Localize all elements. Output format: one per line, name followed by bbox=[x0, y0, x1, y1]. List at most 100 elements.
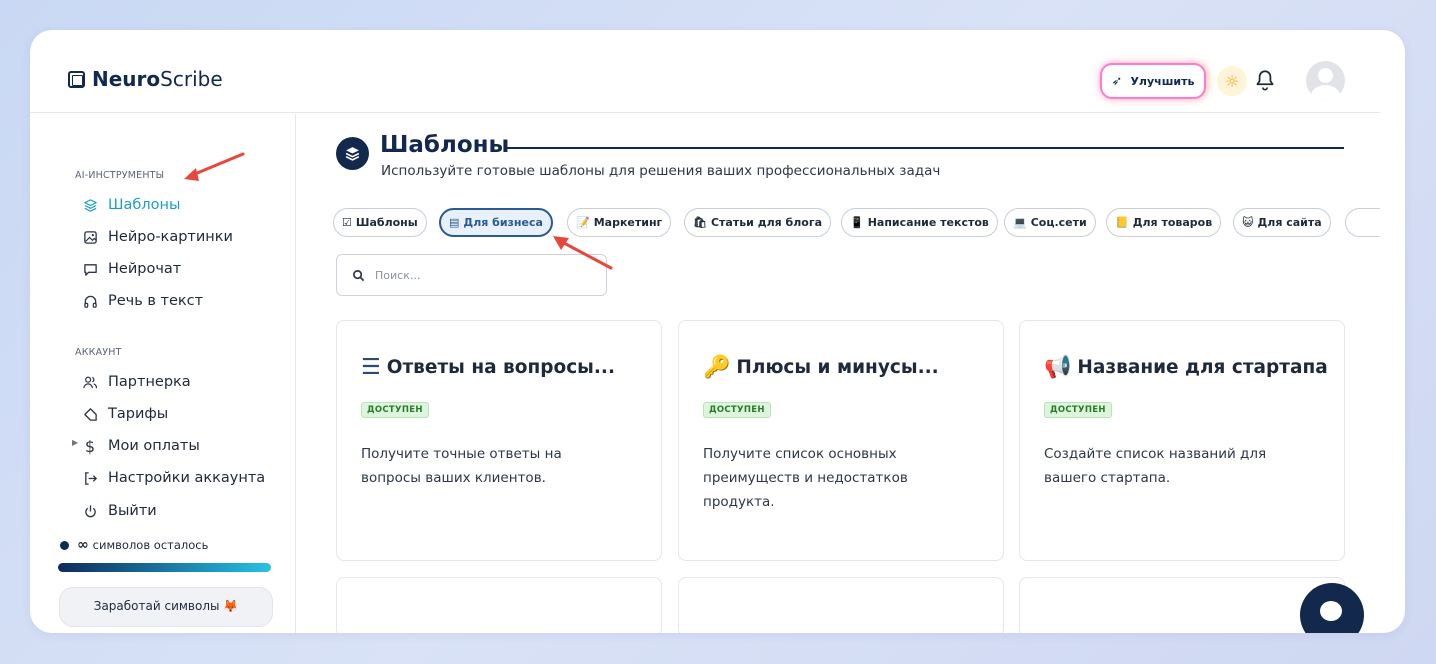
status-badge: ДОСТУПЕН bbox=[703, 402, 771, 418]
sidebar-item-account-settings[interactable]: Настройки аккаунта bbox=[82, 470, 265, 486]
rocket-icon: ➶ bbox=[1111, 73, 1123, 89]
chars-progress-bar bbox=[58, 563, 271, 572]
tab-marketing[interactable]: 📝 Маркетинг bbox=[567, 208, 672, 237]
sidebar-item-label: Настройки аккаунта bbox=[108, 470, 266, 486]
sidebar-item-label: Мои оплаты bbox=[108, 438, 200, 454]
tab-business[interactable]: ▤ Для бизнеса bbox=[439, 208, 553, 237]
tab-label: Для сайта bbox=[1257, 216, 1322, 229]
card-title-text: Название для стартапа bbox=[1077, 357, 1328, 378]
card-description: Создайте список названий для вашего стар… bbox=[1044, 446, 1267, 486]
sidebar-item-payments[interactable]: $ Мои оплаты bbox=[82, 436, 200, 456]
sidebar-item-label: Шаблоны bbox=[108, 197, 181, 213]
ledger-icon: 📒 bbox=[1115, 216, 1129, 229]
layers-icon bbox=[82, 197, 98, 213]
logo-text-light: Scribe bbox=[160, 67, 223, 91]
tab-products[interactable]: 📒 Для товаров bbox=[1106, 208, 1222, 237]
avatar[interactable] bbox=[1306, 61, 1345, 100]
card-title: 📢 Название для стартапа bbox=[1044, 355, 1328, 380]
logo[interactable]: Neuro Scribe bbox=[68, 67, 223, 91]
template-card-faq[interactable]: ☰ Ответы на вопросы... ДОСТУПЕН Получите… bbox=[336, 320, 662, 561]
tab-label: Написание текстов bbox=[867, 216, 989, 229]
sidebar: AI-ИНСТРУМЕНТЫ Шаблоны Нейро-картинки Не… bbox=[30, 114, 296, 633]
sidebar-item-neurochat[interactable]: Нейрочат bbox=[82, 261, 181, 277]
sidebar-item-label: Выйти bbox=[108, 503, 157, 519]
template-card[interactable] bbox=[1019, 577, 1345, 633]
tab-copywriting[interactable]: 📱 Написание текстов bbox=[841, 208, 998, 237]
sidebar-item-partner[interactable]: Партнерка bbox=[82, 374, 191, 390]
sidebar-item-speech-to-text[interactable]: Речь в текст bbox=[82, 293, 203, 309]
upgrade-button[interactable]: ➶ Улучшить bbox=[1102, 65, 1204, 97]
tab-more[interactable] bbox=[1345, 208, 1380, 237]
power-icon bbox=[82, 503, 98, 519]
card-title-text: Плюсы и минусы... bbox=[736, 357, 939, 378]
chars-remaining: ∞ символов осталось bbox=[60, 537, 208, 553]
tab-label: Для бизнеса bbox=[463, 216, 543, 229]
page-title: Шаблоны bbox=[380, 132, 510, 158]
sidebar-item-logout[interactable]: Выйти bbox=[82, 503, 157, 519]
card-title: ☰ Ответы на вопросы... bbox=[361, 355, 615, 380]
tag-icon bbox=[82, 406, 98, 422]
tab-label: Для товаров bbox=[1132, 216, 1213, 229]
tab-label: Соц.сети bbox=[1030, 216, 1087, 229]
template-card-startup-name[interactable]: 📢 Название для стартапа ДОСТУПЕН Создайт… bbox=[1019, 320, 1345, 561]
card-title: 🔑 Плюсы и минусы... bbox=[703, 355, 939, 380]
dollar-icon: $ bbox=[84, 436, 96, 456]
template-card-pros-cons[interactable]: 🔑 Плюсы и минусы... ДОСТУПЕН Получите сп… bbox=[678, 320, 1004, 561]
section-title-tools: AI-ИНСТРУМЕНТЫ bbox=[75, 170, 165, 181]
category-tabs: ☑ Шаблоны ▤ Для бизнеса 📝 Маркетинг 🛍 Ст… bbox=[333, 207, 1380, 238]
section-title-account: АККАУНТ bbox=[75, 347, 122, 358]
search-icon bbox=[353, 269, 365, 281]
card-description: Получите точные ответы на вопросы ваших … bbox=[361, 446, 562, 486]
cat-icon: 😺 bbox=[1242, 216, 1254, 229]
tab-templates[interactable]: ☑ Шаблоны bbox=[333, 208, 427, 237]
search-placeholder: Поиск... bbox=[375, 268, 421, 282]
card-description: Получите список основных преимуществ и н… bbox=[703, 446, 908, 510]
laptop-icon: 💻 bbox=[1013, 216, 1027, 229]
chat-icon bbox=[82, 261, 98, 277]
app-window: Neuro Scribe ➶ Улучшить ☼ AI-ИНСТРУМЕНТЫ… bbox=[30, 30, 1405, 633]
list-icon: ☰ bbox=[361, 355, 381, 380]
expand-caret-icon[interactable]: ▶ bbox=[72, 438, 78, 447]
shopping-bags-icon: 🛍 bbox=[693, 216, 707, 229]
top-bar: Neuro Scribe ➶ Улучшить ☼ bbox=[30, 30, 1380, 113]
notebook-icon: ▤ bbox=[449, 216, 460, 229]
users-icon bbox=[82, 374, 98, 390]
template-card[interactable] bbox=[336, 577, 662, 633]
key-icon: 🔑 bbox=[703, 355, 731, 380]
sidebar-item-label: Тарифы bbox=[108, 406, 169, 422]
megaphone-icon: 📢 bbox=[1044, 355, 1072, 380]
sidebar-item-label: Партнерка bbox=[108, 374, 191, 390]
title-divider bbox=[507, 147, 1344, 149]
tab-blog-articles[interactable]: 🛍 Статьи для блога bbox=[684, 208, 832, 237]
templates-title-icon bbox=[336, 137, 369, 170]
search-input[interactable]: Поиск... bbox=[336, 254, 607, 296]
memo-icon: 📝 bbox=[576, 216, 590, 229]
upgrade-label: Улучшить bbox=[1130, 74, 1195, 88]
status-badge: ДОСТУПЕН bbox=[361, 402, 429, 418]
tab-social[interactable]: 💻 Соц.сети bbox=[1004, 208, 1096, 237]
theme-toggle-sun-icon[interactable]: ☼ bbox=[1217, 66, 1247, 96]
tab-label: Маркетинг bbox=[593, 216, 663, 229]
image-icon bbox=[82, 229, 98, 245]
sidebar-item-tariffs[interactable]: Тарифы bbox=[82, 406, 168, 422]
sidebar-item-neuro-images[interactable]: Нейро-картинки bbox=[82, 229, 233, 245]
sign-in-icon bbox=[82, 470, 98, 486]
chat-support-button[interactable] bbox=[1300, 583, 1364, 633]
status-dot bbox=[60, 540, 69, 550]
tab-label: Шаблоны bbox=[355, 216, 418, 229]
infinity-symbol: ∞ bbox=[77, 537, 89, 553]
card-title-text: Ответы на вопросы... bbox=[386, 357, 615, 378]
bell-icon[interactable] bbox=[1252, 68, 1278, 94]
sidebar-item-templates[interactable]: Шаблоны bbox=[82, 197, 180, 213]
phone-icon: 📱 bbox=[850, 216, 864, 229]
chars-remaining-text: символов осталось bbox=[92, 538, 209, 552]
tab-label: Статьи для блога bbox=[710, 216, 823, 229]
earn-symbols-button[interactable]: Заработай символы 🦊 bbox=[59, 587, 273, 627]
checkbox-icon: ☑ bbox=[342, 216, 352, 229]
template-card[interactable] bbox=[678, 577, 1004, 633]
sidebar-item-label: Нейрочат bbox=[108, 261, 182, 277]
headphones-icon bbox=[82, 293, 98, 309]
logo-text-bold: Neuro bbox=[92, 67, 161, 91]
tab-website[interactable]: 😺 Для сайта bbox=[1233, 208, 1331, 237]
status-badge: ДОСТУПЕН bbox=[1044, 402, 1112, 418]
